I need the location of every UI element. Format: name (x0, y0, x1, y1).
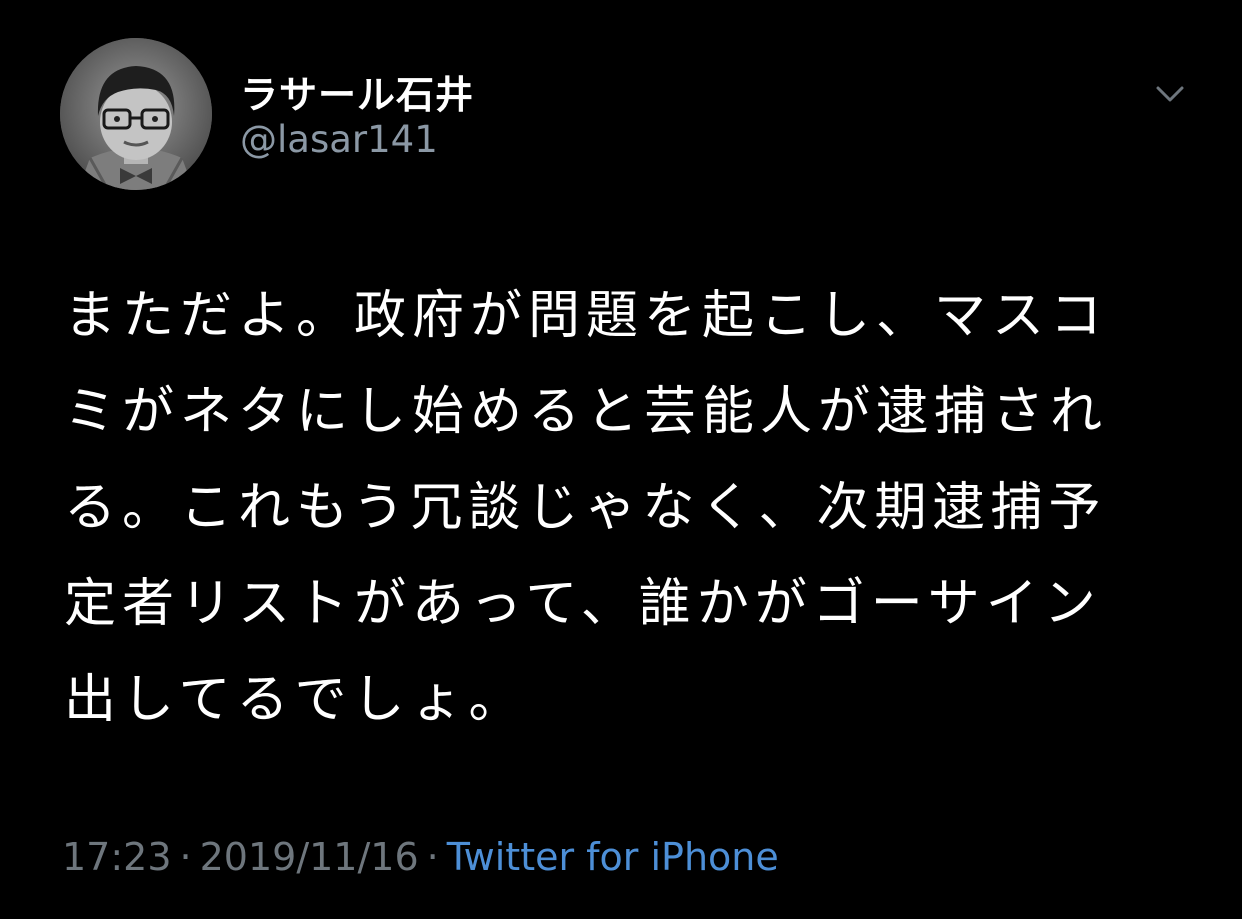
tweet-card: ラサール石井 @lasar141 まただよ。政府が問題を起こし、マスコ ミがネタ… (0, 0, 1242, 919)
tweet-line: 定者リストがあって、誰かがゴーサイン (64, 574, 1102, 634)
avatar[interactable] (60, 38, 212, 190)
meta-separator: · (426, 835, 439, 879)
tweet-line: まただよ。政府が問題を起こし、マスコ (64, 286, 1109, 346)
author-display-name[interactable]: ラサール石井 (240, 64, 474, 119)
tweet-text: まただよ。政府が問題を起こし、マスコ ミがネタにし始めると芸能人が逮捕され る。… (64, 268, 1184, 748)
tweet-source-link[interactable]: Twitter for iPhone (447, 835, 779, 879)
tweet-time[interactable]: 17:23 (62, 835, 172, 879)
tweet-line: ミがネタにし始めると芸能人が逮捕され (64, 382, 1109, 442)
profile-photo-icon (60, 38, 212, 190)
tweet-date[interactable]: 2019/11/16 (200, 835, 419, 879)
tweet-line: る。これもう冗談じゃなく、次期逮捕予 (64, 478, 1107, 538)
tweet-meta: 17:23 · 2019/11/16 · Twitter for iPhone (62, 835, 779, 879)
author-handle[interactable]: @lasar141 (240, 118, 438, 161)
tweet-line: 出してるでしょ。 (64, 670, 527, 730)
chevron-down-icon[interactable] (1148, 78, 1192, 112)
meta-separator: · (179, 835, 192, 879)
